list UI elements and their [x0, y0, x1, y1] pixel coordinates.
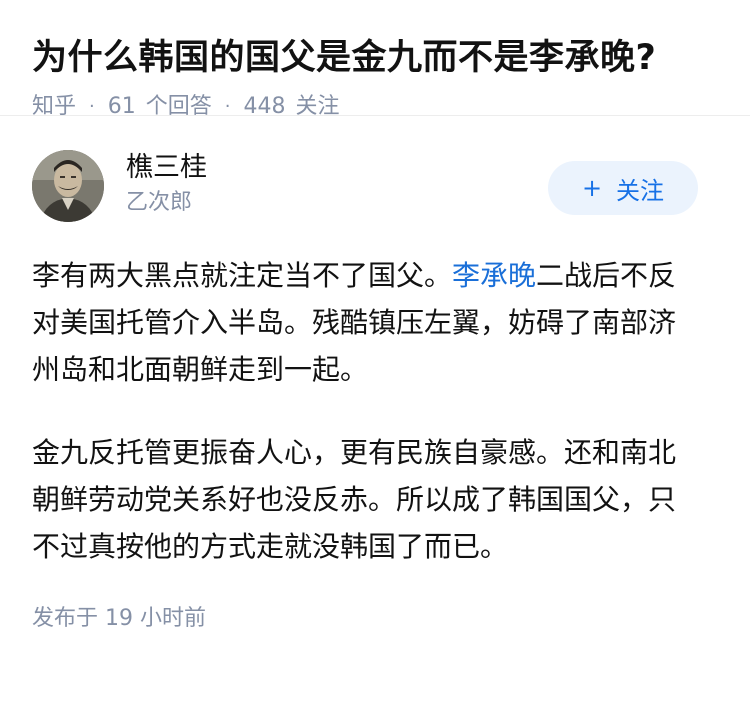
- author-row: 樵三桂 乙次郎 + 关注: [32, 150, 718, 252]
- avatar-image: [32, 150, 104, 222]
- person-link[interactable]: 李承晚: [452, 259, 536, 292]
- answer-paragraph-2: 金九反托管更振奋人心，更有民族自豪感。还和南北朝鲜劳动党关系好也没反赤。所以成了…: [32, 436, 677, 563]
- author-subtitle: 乙次郎: [126, 190, 193, 215]
- question-title[interactable]: 为什么韩国的国父是金九而不是李承晚?: [32, 34, 718, 82]
- answer-count-label: 个回答: [145, 94, 212, 119]
- follower-count: 448: [243, 94, 286, 119]
- source-label[interactable]: 知乎: [32, 92, 76, 122]
- publish-time: 发布于 19 小时前: [32, 604, 718, 634]
- answer-card: 樵三桂 乙次郎 + 关注 李有两大黑点就注定当不了国父。李承晚二战后不反对美国托…: [0, 150, 750, 634]
- question-meta: 知乎 · 61 个回答 · 448 关注: [32, 92, 718, 122]
- separator-dot: ·: [224, 96, 231, 117]
- paragraph-1-text-a: 李有两大黑点就注定当不了国父。: [32, 259, 453, 292]
- answer-count: 61: [107, 94, 136, 119]
- author-avatar[interactable]: [32, 150, 104, 222]
- question-header: 为什么韩国的国父是金九而不是李承晚? 知乎 · 61 个回答 · 448 关注: [0, 0, 750, 119]
- follower-count-label: 关注: [295, 94, 340, 119]
- author-name[interactable]: 樵三桂: [126, 150, 207, 186]
- follow-button-label: 关注: [616, 176, 665, 205]
- follow-button[interactable]: + 关注: [548, 161, 698, 215]
- plus-icon: +: [581, 174, 603, 202]
- answer-content: 李有两大黑点就注定当不了国父。李承晚二战后不反对美国托管介入半岛。残酷镇压左翼，…: [32, 252, 718, 570]
- answer-paragraph-1: 李有两大黑点就注定当不了国父。李承晚二战后不反对美国托管介入半岛。残酷镇压左翼，…: [32, 252, 700, 393]
- publish-value: 19 小时前: [105, 606, 207, 631]
- separator-dot: ·: [89, 96, 95, 117]
- publish-label: 发布于: [32, 606, 99, 631]
- zhihu-answer-page: 为什么韩国的国父是金九而不是李承晚? 知乎 · 61 个回答 · 448 关注: [0, 0, 750, 714]
